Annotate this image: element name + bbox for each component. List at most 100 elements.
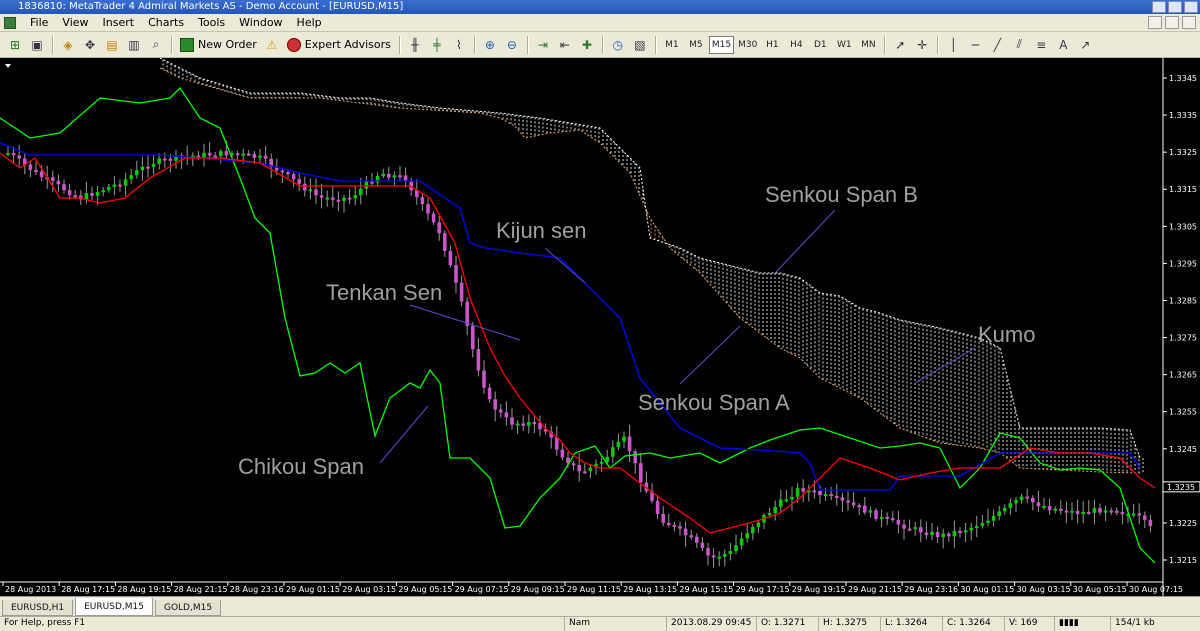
chart-canvas[interactable]: Kijun sen Tenkan Sen Senkou Span B Senkou S… [0,58,1200,596]
fibonacci-icon[interactable]: ≡ [1031,35,1051,55]
kijun-sen-line [0,142,1141,491]
zoom-in-icon[interactable]: ⊕ [480,35,500,55]
window-title-bar: 1836810: MetaTrader 4 Admiral Markets AS… [0,0,1200,14]
menu-insert[interactable]: Insert [97,14,143,32]
candle-body [1137,513,1141,516]
new-order-button[interactable]: New Order [176,35,261,55]
chart-close-button[interactable] [1182,16,1196,29]
timeframe-m5-button[interactable]: M5 [685,36,707,54]
candle-body [482,370,486,388]
candle-body [6,152,10,155]
menu-tools[interactable]: Tools [192,14,233,32]
annotation-tenkan-sen-pointer [409,304,521,341]
timeframe-h4-button[interactable]: H4 [785,36,807,54]
candle-body [997,511,1001,517]
bar-chart-icon[interactable]: ╫ [405,35,425,55]
autoscroll-icon[interactable]: ⇥ [533,35,553,55]
menu-view[interactable]: View [56,14,96,32]
menu-window[interactable]: Window [233,14,290,32]
price-tick-label: 1.3325 [1169,148,1197,157]
zoom-out-icon[interactable]: ⊖ [502,35,522,55]
candle-body [678,526,682,529]
timeframe-mn-button[interactable]: MN [857,36,879,54]
candle-body [247,153,251,156]
candle-body [723,554,727,557]
arrow-icon[interactable]: ↗ [1075,35,1095,55]
tab-eurusd-m15[interactable]: EURUSD,M15 [75,598,153,616]
candle-body [510,417,514,425]
candle-body [1008,503,1013,508]
candle-body [123,179,128,186]
candle-body [1092,508,1097,513]
candle-body [812,490,817,493]
candle-body [577,465,581,472]
menu-help[interactable]: Help [291,14,330,32]
strategy-tester-icon[interactable]: ⌕ [146,35,166,55]
candle-body [616,441,621,448]
chart-restore-button[interactable] [1165,16,1179,29]
minimize-window-button[interactable] [1152,1,1166,13]
candle-body [986,520,990,523]
candle-body [896,519,901,525]
candle-body [476,349,481,371]
toolbar-separator [473,35,475,54]
chart-minimize-button[interactable] [1148,16,1162,29]
close-window-button[interactable] [1184,1,1198,13]
text-icon[interactable]: A [1053,35,1073,55]
menu-charts[interactable]: Charts [142,14,192,32]
new-order-icon [180,37,194,52]
crosshair-icon[interactable]: ✛ [912,35,932,55]
candle-body [835,495,839,498]
candle-body [527,422,531,426]
status-high: H: 1.3275 [818,617,880,631]
candle-body [947,533,951,537]
market-watch-icon[interactable]: ◈ [58,35,78,55]
timeframe-h1-button[interactable]: H1 [761,36,783,54]
window-controls [1152,0,1198,13]
candle-body [443,233,447,252]
maximize-window-button[interactable] [1168,1,1182,13]
tab-eurusd-h1[interactable]: EURUSD,H1 [2,600,74,616]
chart-shift-icon[interactable]: ⇤ [555,35,575,55]
candle-body [258,155,262,158]
tab-gold-m15[interactable]: GOLD,M15 [154,600,222,616]
candle-body [991,516,996,521]
time-axis: 28 Aug 2013 28 Aug 17:15 28 Aug 19:15 28 Au… [0,581,1183,594]
timeframe-m1-button[interactable]: M1 [661,36,683,54]
templates-icon[interactable]: ▧ [630,35,650,55]
cursor-icon[interactable]: ➚ [890,35,910,55]
navigator-icon[interactable]: ✥ [80,35,100,55]
channel-icon[interactable]: ⫽ [1009,35,1029,55]
candlestick-icon[interactable]: ╪ [427,35,447,55]
timeframe-d1-button[interactable]: D1 [809,36,831,54]
candle-body [151,163,156,168]
candle-body [73,195,77,198]
chart-window-icon[interactable] [4,16,16,29]
annotation-senkou-span-a: Senkou Span A [638,390,790,415]
horizontal-line-icon[interactable]: ─ [965,35,985,55]
data-window-icon[interactable]: ▤ [102,35,122,55]
price-chart[interactable]: Kijun sen Tenkan Sen Senkou Span B Senkou S… [0,58,1200,596]
vertical-line-icon[interactable]: │ [943,35,963,55]
terminal-icon[interactable]: ▥ [124,35,144,55]
new-chart-icon[interactable]: ⊞ [5,35,25,55]
annotation-chikou-span-pointer [379,405,429,464]
candle-body [902,524,906,529]
timeframe-m30-button[interactable]: M30 [736,36,759,54]
candle-body [885,516,889,519]
line-chart-icon[interactable]: ⌇ [449,35,469,55]
trendline-icon[interactable]: ╱ [987,35,1007,55]
timeframe-w1-button[interactable]: W1 [833,36,855,54]
candle-body [863,505,867,513]
toolbar-separator [398,35,400,54]
time-tick-label: 29 Aug 03:15 [342,585,396,594]
candle-body [622,436,626,442]
periods-icon[interactable]: ◷ [608,35,628,55]
indicators-icon[interactable]: ✚ [577,35,597,55]
profiles-icon[interactable]: ▣ [27,35,47,55]
expert-advisors-button[interactable]: Expert Advisors [283,35,395,55]
timeframe-m15-button[interactable]: M15 [708,35,735,54]
candle-body [459,282,464,302]
alert-icon[interactable]: ⚠ [262,35,282,55]
menu-file[interactable]: File [24,14,56,32]
